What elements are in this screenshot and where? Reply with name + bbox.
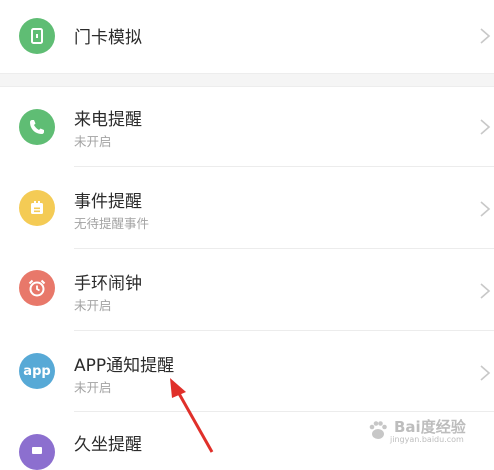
watermark-brand: Bai度经验 [394,418,466,436]
watermark: Bai度经验 jingyan.baidu.com [366,414,486,450]
watermark-url: jingyan.baidu.com [390,435,464,444]
settings-page: 门卡模拟 来电提醒 未开启 事件提醒 无待提醒事件 手环闹钟 未开启 app A… [0,0,494,470]
paw-logo-icon [369,421,387,439]
annotation-arrow [170,378,214,453]
